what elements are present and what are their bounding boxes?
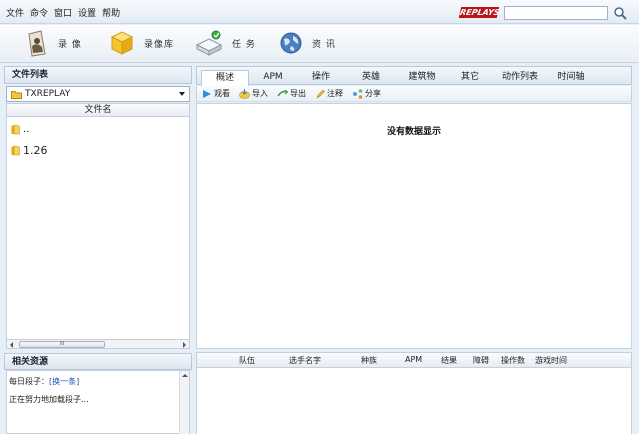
search-input[interactable] [504,6,608,20]
col-game-time[interactable]: 游戏时间 [535,355,567,366]
menu-help[interactable]: 帮助 [102,6,120,19]
import-icon [239,88,250,99]
news-label: 资 讯 [312,39,336,50]
file-list: .. 1.26 [6,117,190,339]
tab-apm[interactable]: APM [253,70,293,86]
scroll-thumb[interactable]: III [19,341,105,348]
next-joke-link[interactable]: [换一条] [49,377,79,386]
daily-joke-label: 每日段子： [9,377,49,386]
horizontal-scrollbar[interactable]: III [6,339,190,349]
tasks-button[interactable]: 任 务 [194,27,256,59]
col-player-name[interactable]: 选手名字 [289,355,321,366]
col-apm[interactable]: APM [405,355,422,364]
main-toolbar: 录 像 录像库 任 务 资 讯 [0,25,639,63]
watch-label: 观看 [214,89,230,98]
news-button[interactable]: 资 讯 [278,27,336,59]
tasks-label: 任 务 [232,39,256,50]
file-list-header: 文件列表 [4,66,192,84]
export-label: 导出 [290,89,306,98]
overview-content: 没有数据显示 [196,103,632,349]
share-icon [353,88,363,99]
replay-label: 录 像 [58,39,82,50]
watch-button[interactable]: 观看 [202,88,230,99]
search-icon [614,7,627,20]
share-button[interactable]: 分享 [352,88,381,99]
action-bar: 观看 导入 导出 注释 分享 [196,86,632,102]
col-race[interactable]: 种族 [361,355,377,366]
col-team[interactable]: 队伍 [239,355,255,366]
list-item[interactable]: .. [11,124,29,135]
chevron-down-icon[interactable] [179,92,185,96]
col-result[interactable]: 结果 [441,355,457,366]
menu-settings[interactable]: 设置 [78,6,96,19]
annotate-button[interactable]: 注释 [315,88,343,99]
scroll-right-icon[interactable] [183,342,186,348]
filename-column-header[interactable]: 文件名 [6,103,190,117]
folder-select[interactable]: TXREPLAY [6,86,190,102]
box-icon [110,31,134,55]
import-button[interactable]: 导入 [239,88,268,99]
tab-actions[interactable]: 操作 [303,70,339,86]
share-label: 分享 [365,89,381,98]
main-menu: 文件 命令 窗口 设置 帮助 [6,6,120,19]
pencil-icon [316,89,325,99]
tab-buildings[interactable]: 建筑物 [399,70,445,86]
folder-name: TXREPLAY [25,89,71,99]
tab-bar: 概述 APM 操作 英雄 建筑物 其它 动作列表 时间轴 [196,66,632,86]
menu-bar: 文件 命令 窗口 设置 帮助 REPLAYS [0,0,639,24]
list-item-label: 1.26 [23,144,48,157]
tab-other[interactable]: 其它 [453,70,487,86]
export-button[interactable]: 导出 [277,88,306,99]
tasks-icon [195,30,223,56]
resources-header: 相关资源 [4,353,192,370]
col-action-count[interactable]: 操作数 [501,355,525,366]
folder-icon [11,124,20,135]
replay-button[interactable]: 录 像 [24,27,82,59]
folder-icon [11,90,22,99]
stats-table-header: 队伍 选手名字 种族 APM 结果 障碍 操作数 游戏时间 [196,352,632,368]
list-item-label: .. [23,124,30,135]
export-icon [277,89,288,96]
daily-joke-row: 每日段子：[换一条] [9,376,79,387]
library-label: 录像库 [144,39,175,50]
import-label: 导入 [252,89,268,98]
stats-table-body [196,368,632,434]
tab-heroes[interactable]: 英雄 [353,70,389,86]
vertical-scrollbar[interactable] [179,371,189,434]
tab-overview[interactable]: 概述 [201,70,249,86]
brand-logo: REPLAYS [458,7,501,18]
tab-action-list[interactable]: 动作列表 [495,70,545,86]
folder-icon [11,145,20,156]
annotate-label: 注释 [327,89,343,98]
play-icon [203,89,211,98]
list-item[interactable]: 1.26 [11,144,48,157]
scroll-left-icon[interactable] [10,342,13,348]
col-obstacle[interactable]: 障碍 [473,355,489,366]
no-data-message: 没有数据显示 [386,127,441,137]
library-button[interactable]: 录像库 [108,27,174,59]
resources-pane: 每日段子：[换一条] 正在努力地加载段子... [6,370,190,434]
tab-timeline[interactable]: 时间轴 [549,70,593,86]
loading-text: 正在努力地加载段子... [9,395,89,404]
replay-icon [28,30,46,57]
scroll-up-icon[interactable] [182,374,188,377]
menu-file[interactable]: 文件 [6,6,24,19]
globe-icon [280,32,302,54]
menu-command[interactable]: 命令 [30,6,48,19]
search-button[interactable] [612,5,628,21]
menu-window[interactable]: 窗口 [54,6,72,19]
